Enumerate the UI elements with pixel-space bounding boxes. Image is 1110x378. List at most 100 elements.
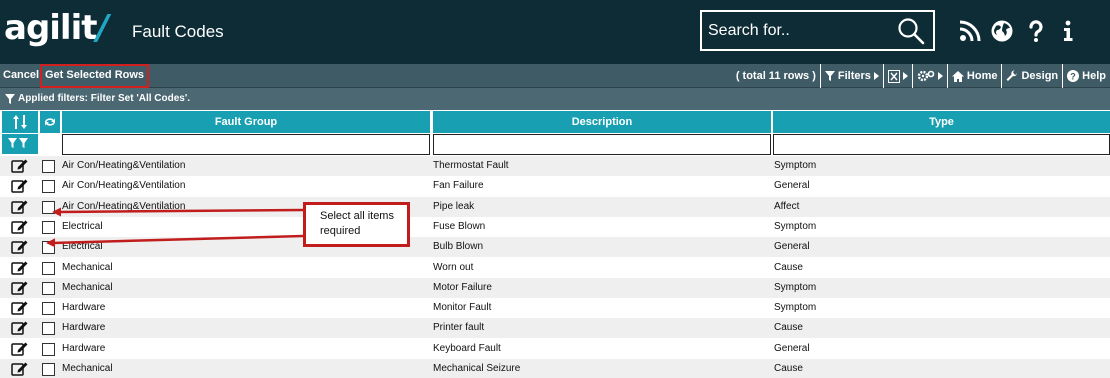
row-select-checkbox[interactable] — [42, 200, 55, 214]
description-filter-input[interactable] — [433, 134, 771, 155]
edit-icon[interactable] — [11, 361, 28, 376]
edit-icon[interactable] — [11, 280, 28, 295]
total-rows-count: ( total 11 rows ) — [735, 69, 816, 82]
row-select-checkbox[interactable] — [42, 363, 55, 376]
edit-icon[interactable] — [11, 219, 28, 234]
export-button[interactable] — [882, 64, 912, 88]
edit-icon[interactable] — [11, 341, 28, 356]
filters-label: Filters — [837, 69, 871, 82]
fault-group-filter-input[interactable] — [62, 134, 430, 155]
description-cell: Bulb Blown — [433, 241, 484, 253]
fault-group-cell: Air Con/Heating&Ventilation — [62, 160, 186, 171]
table-row[interactable]: Air Con/Heating&Ventilation Pipe leak Affe… — [0, 196, 1110, 217]
table-row[interactable]: Electrical Bulb Blown General — [0, 237, 1110, 258]
row-select-checkbox[interactable] — [42, 180, 55, 194]
home-icon — [951, 70, 964, 82]
edit-icon[interactable] — [11, 320, 28, 336]
description-cell: Monitor Fault — [433, 302, 492, 314]
settings-button[interactable] — [911, 64, 947, 88]
row-select-checkbox[interactable] — [42, 261, 55, 275]
row-select-checkbox[interactable] — [42, 281, 55, 295]
fault-group-cell: Mechanical — [62, 281, 113, 293]
column-header-description[interactable]: Description — [433, 111, 771, 133]
table-row[interactable]: Mechanical Worn out Cause — [0, 258, 1110, 278]
table-row[interactable]: Hardware Monitor Fault Symptom — [0, 298, 1110, 318]
type-cell: Cause — [774, 261, 803, 273]
table-row[interactable]: Air Con/Heating&Ventilation Fan Failure Ge… — [0, 176, 1110, 196]
row-select-checkbox[interactable] — [42, 241, 55, 255]
sort-header-cell[interactable] — [2, 111, 38, 133]
type-cell: Cause — [774, 363, 803, 374]
search-box[interactable] — [700, 10, 935, 51]
fault-group-cell: Hardware — [62, 302, 106, 314]
description-cell: Thermostat Fault — [433, 160, 509, 171]
table-row[interactable]: Hardware Printer fault Cause — [0, 318, 1110, 339]
row-select-checkbox[interactable] — [42, 220, 55, 234]
type-cell: General — [774, 241, 810, 253]
description-cell: Fuse Blown — [433, 220, 486, 232]
help-button[interactable]: ? Help — [1062, 64, 1110, 88]
page-title: Fault Codes — [132, 22, 224, 41]
fault-group-cell: Electrical — [62, 241, 103, 253]
type-cell: Symptom — [774, 220, 817, 232]
edit-icon[interactable] — [11, 300, 28, 315]
column-header-type[interactable]: Type — [773, 111, 1110, 133]
type-filter-field[interactable] — [774, 135, 1109, 154]
help-label: Help — [1082, 69, 1106, 82]
excel-export-icon — [887, 69, 900, 83]
callout-line-1: Select all items — [320, 210, 394, 222]
globe-icon[interactable] — [990, 18, 1014, 44]
table-row[interactable]: Electrical Fuse Blown Symptom — [0, 217, 1110, 237]
description-cell: Fan Failure — [433, 180, 484, 192]
home-button[interactable]: Home — [946, 64, 1002, 88]
type-cell: General — [774, 342, 810, 354]
column-filter-icon[interactable] — [8, 138, 30, 149]
row-select-checkbox[interactable] — [42, 342, 55, 356]
edit-icon[interactable] — [11, 239, 28, 254]
search-icon[interactable] — [897, 17, 925, 45]
help-icon[interactable] — [1024, 18, 1048, 44]
row-select-checkbox[interactable] — [42, 322, 55, 336]
caret-right-icon — [873, 72, 879, 80]
refresh-icon[interactable] — [43, 116, 57, 128]
edit-icon[interactable] — [11, 199, 28, 214]
home-label: Home — [966, 69, 998, 82]
info-icon[interactable] — [1056, 18, 1080, 44]
type-filter-input[interactable] — [773, 134, 1110, 155]
applied-filters-bar: Applied filters: Filter Set 'All Codes'. — [0, 88, 1110, 110]
design-button[interactable]: Design — [1001, 64, 1062, 88]
description-cell: Worn out — [433, 261, 474, 273]
edit-icon[interactable] — [11, 158, 28, 173]
edit-icon[interactable] — [11, 260, 28, 275]
get-selected-rows-button[interactable]: Get Selected Rows — [40, 64, 150, 88]
filters-button[interactable]: Filters — [819, 64, 883, 88]
filter-toggle-cell[interactable] — [2, 134, 38, 154]
cancel-button[interactable]: Cancel — [3, 64, 39, 88]
row-select-checkbox[interactable] — [42, 160, 55, 173]
refresh-header-cell[interactable] — [40, 111, 60, 133]
description-cell: Pipe leak — [433, 200, 475, 212]
type-cell: General — [774, 180, 810, 192]
column-header-fault-group[interactable]: Fault Group — [62, 111, 430, 133]
description-filter-field[interactable] — [434, 135, 770, 154]
search-input[interactable] — [708, 18, 883, 44]
fault-group-cell: Electrical — [62, 220, 103, 232]
gears-icon — [917, 70, 935, 82]
sort-arrows-icon[interactable] — [13, 114, 27, 130]
annotation-callout: Select all items required — [303, 202, 410, 247]
fault-group-cell: Hardware — [62, 322, 106, 334]
type-cell: Symptom — [774, 302, 817, 314]
type-cell: Symptom — [774, 281, 817, 293]
row-select-checkbox[interactable] — [42, 302, 55, 316]
logo-slash: / — [96, 8, 109, 48]
agility-logo[interactable]: agilit/ — [4, 8, 109, 48]
table-row[interactable]: Air Con/Heating&Ventilation Thermostat Fa… — [0, 156, 1110, 176]
fault-group-filter-field[interactable] — [63, 135, 429, 154]
toolbar-right: ( total 11 rows ) Filters Home Design ? … — [732, 64, 1110, 88]
table-row[interactable]: Mechanical Mechanical Seizure Cause — [0, 359, 1110, 378]
table-row[interactable]: Hardware Keyboard Fault General — [0, 339, 1110, 359]
description-cell: Printer fault — [433, 322, 485, 334]
edit-icon[interactable] — [11, 178, 28, 194]
table-row[interactable]: Mechanical Motor Failure Symptom — [0, 277, 1110, 298]
rss-icon[interactable] — [958, 18, 982, 44]
